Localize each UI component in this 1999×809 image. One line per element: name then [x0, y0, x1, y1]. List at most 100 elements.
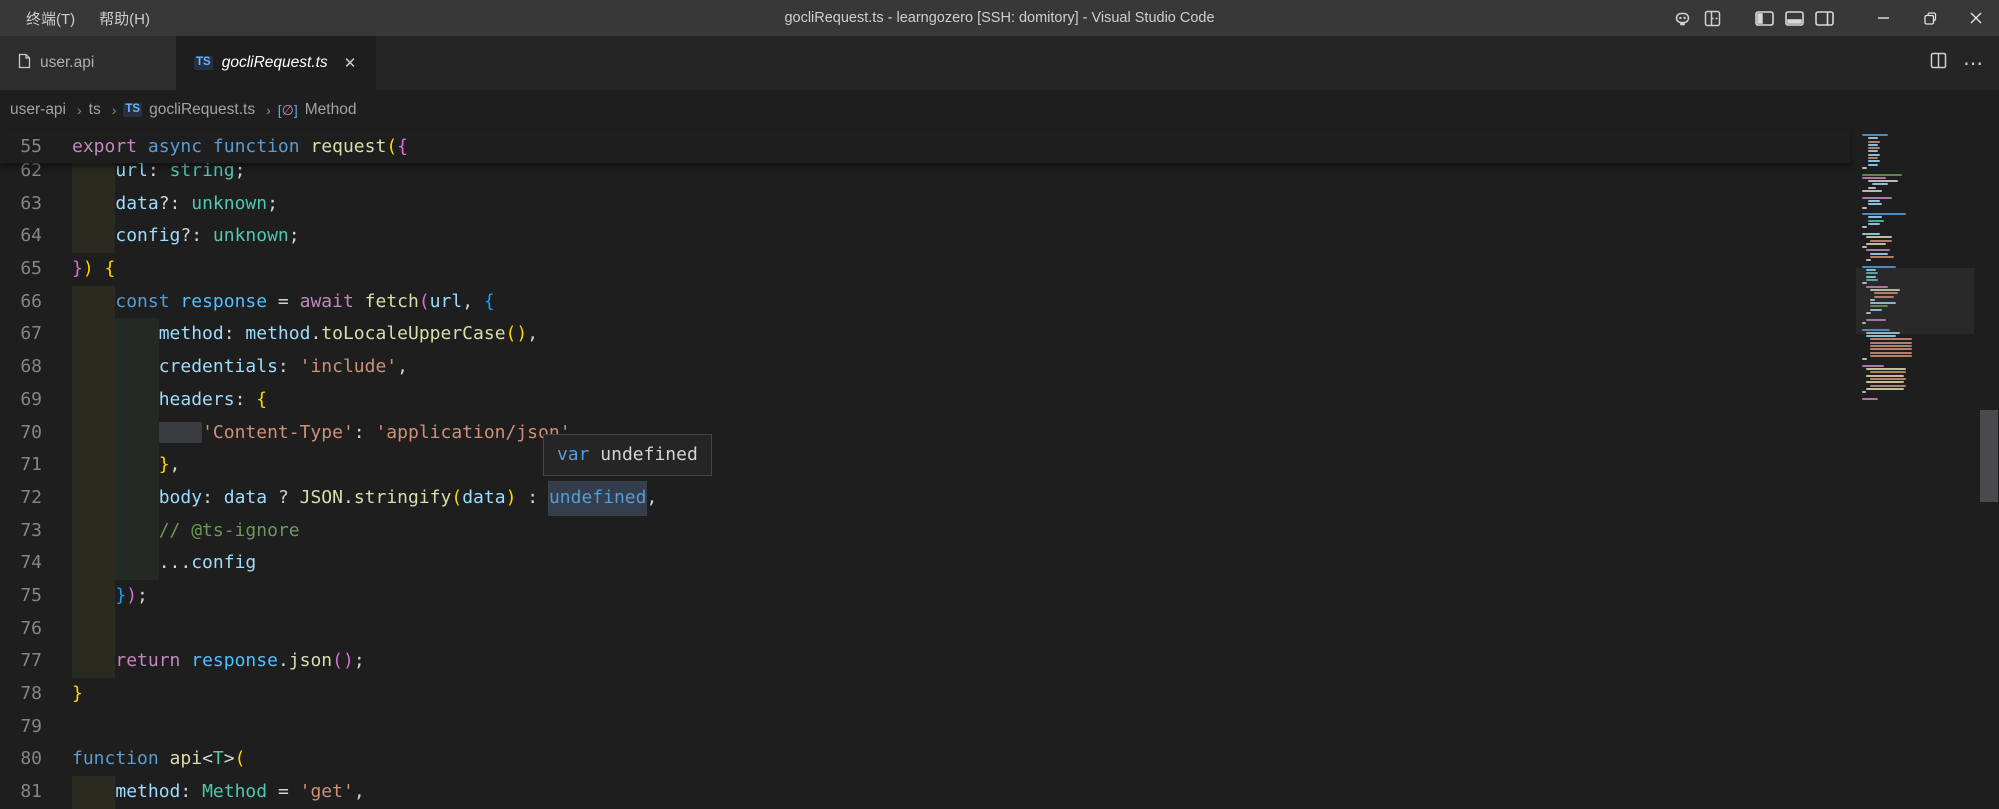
code-token: data: [115, 193, 158, 214]
code-token: (: [451, 487, 462, 508]
code-token: unknown: [213, 225, 289, 246]
code-line[interactable]: 78}: [0, 678, 1850, 711]
minimap[interactable]: [1856, 130, 1974, 792]
breadcrumb-item-file[interactable]: TS gocliRequest.ts: [123, 101, 255, 119]
breadcrumb-item-ts[interactable]: ts: [89, 101, 101, 119]
code-token: api: [170, 748, 203, 769]
indent-guide-band: [72, 547, 115, 580]
code-token: body: [159, 487, 202, 508]
tab-bar: user.api TS gocliRequest.ts ✕ ⋯: [0, 36, 1999, 90]
line-number: 63: [0, 188, 42, 221]
line-number: 81: [0, 776, 42, 809]
scrollbar-thumb[interactable]: [1980, 410, 1998, 502]
minimap-slider[interactable]: [1856, 268, 1974, 334]
minimap-row: [1862, 144, 1974, 146]
restore-button[interactable]: [1907, 0, 1953, 36]
code-token: credentials: [159, 356, 278, 377]
minimap-row: [1862, 174, 1974, 176]
breadcrumb-item-user-api[interactable]: user-api: [10, 101, 66, 119]
line-number: 68: [0, 351, 42, 384]
code-line[interactable]: 76: [0, 613, 1850, 646]
indent-guide-band: [72, 286, 115, 319]
ts-icon: TS: [123, 103, 142, 117]
code-token: ;: [267, 193, 278, 214]
code-line[interactable]: 70 'Content-Type': 'application/json': [0, 417, 1850, 450]
code-lines: 62 url: string;63 data?: unknown;64 conf…: [0, 155, 1850, 809]
line-number: 69: [0, 384, 42, 417]
indent-guide-band: [72, 384, 115, 417]
code-line[interactable]: 67 method: method.toLocaleUpperCase(),: [0, 318, 1850, 351]
split-editor-button[interactable]: [1930, 52, 1947, 74]
indent-guide-band: [115, 547, 158, 580]
code-token: (): [506, 323, 528, 344]
toggle-panel-icon[interactable]: [1779, 0, 1809, 36]
tab-close-icon[interactable]: ✕: [344, 54, 357, 72]
scrollbar[interactable]: [1978, 130, 1999, 792]
editor[interactable]: 62 url: string;63 data?: unknown;64 conf…: [0, 130, 1999, 792]
sticky-scroll[interactable]: 55export async function request({: [0, 130, 1850, 163]
toggle-primary-sidebar-icon[interactable]: [1749, 0, 1779, 36]
minimap-row: [1862, 137, 1974, 139]
code-token: ): [83, 258, 94, 279]
indent-guide-band: [115, 318, 158, 351]
code-token: function: [213, 136, 300, 157]
code-token: <: [202, 748, 213, 769]
code-line[interactable]: 73 // @ts-ignore: [0, 515, 1850, 548]
tab-label: user.api: [40, 54, 94, 72]
code-line[interactable]: 81 method: Method = 'get',: [0, 776, 1850, 809]
code-token: url: [430, 291, 463, 312]
tab-user-api[interactable]: user.api: [0, 36, 176, 90]
code-token: (: [386, 136, 397, 157]
code-line[interactable]: 71 },: [0, 449, 1850, 482]
indent-guide-band: [115, 449, 158, 482]
code-line[interactable]: 64 config?: unknown;: [0, 220, 1850, 253]
code-line[interactable]: 72 body: data ? JSON.stringify(data) : u…: [0, 482, 1850, 515]
minimap-row: [1862, 220, 1974, 222]
more-actions-button[interactable]: ⋯: [1963, 51, 1985, 76]
code-line[interactable]: 80function api<T>(: [0, 743, 1850, 776]
code-line[interactable]: 66 const response = await fetch(url, {: [0, 286, 1850, 319]
indent-guide-band: [72, 645, 115, 678]
code-line[interactable]: 69 headers: {: [0, 384, 1850, 417]
code-token: [354, 291, 365, 312]
code-token: :: [235, 389, 257, 410]
minimap-row: [1862, 381, 1974, 383]
tab-goclirequest[interactable]: TS gocliRequest.ts ✕: [176, 36, 376, 90]
minimap-row: [1862, 210, 1974, 212]
code-token: (: [419, 291, 430, 312]
code-token: ?:: [159, 193, 192, 214]
code-token: ;: [235, 160, 246, 181]
code-line[interactable]: 74 ...config: [0, 547, 1850, 580]
code-token: }: [159, 454, 170, 475]
code-line[interactable]: 79: [0, 711, 1850, 744]
menu-terminal[interactable]: 终端(T): [14, 0, 87, 36]
code-line[interactable]: 68 credentials: 'include',: [0, 351, 1850, 384]
copilot-icon[interactable]: [1667, 0, 1697, 36]
minimap-row: [1862, 154, 1974, 156]
indent-guide-band: [72, 220, 115, 253]
close-button[interactable]: [1953, 0, 1999, 36]
code-token: ,: [397, 356, 408, 377]
menu-help[interactable]: 帮助(H): [87, 0, 162, 36]
line-number: 71: [0, 449, 42, 482]
code-token: ): [126, 585, 137, 606]
code-token: method: [245, 323, 310, 344]
minimap-row: [1862, 226, 1974, 228]
minimap-row: [1862, 216, 1974, 218]
minimize-button[interactable]: [1861, 0, 1907, 36]
line-number: 77: [0, 645, 42, 678]
breadcrumb-item-method[interactable]: [∅] Method: [278, 101, 357, 119]
code-token: const: [115, 291, 169, 312]
code-line[interactable]: 55export async function request({: [0, 130, 1850, 163]
minimap-row: [1862, 249, 1974, 251]
customize-layout-icon[interactable]: [1697, 0, 1727, 36]
code-token: }: [115, 585, 126, 606]
minimap-row: [1862, 190, 1974, 192]
code-line[interactable]: 63 data?: unknown;: [0, 188, 1850, 221]
code-token: .: [310, 323, 321, 344]
toggle-secondary-sidebar-icon[interactable]: [1809, 0, 1839, 36]
code-line[interactable]: 65}) {: [0, 253, 1850, 286]
code-line[interactable]: 75 });: [0, 580, 1850, 613]
indent-guide-band: [72, 417, 115, 450]
code-line[interactable]: 77 return response.json();: [0, 645, 1850, 678]
